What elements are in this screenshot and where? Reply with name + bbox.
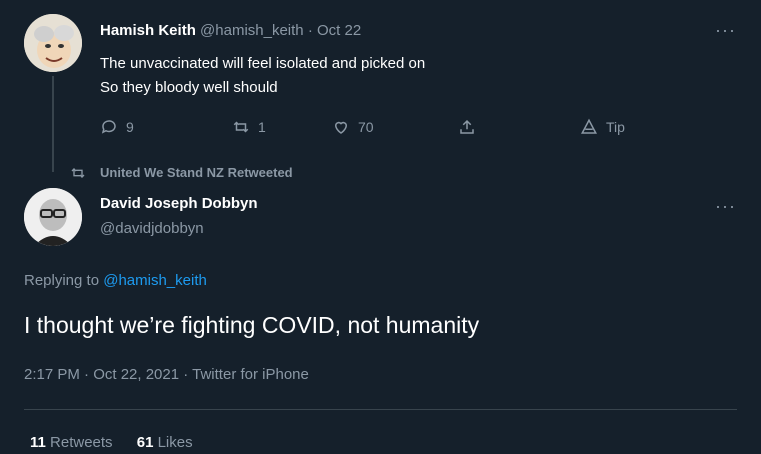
tweet-timestamp[interactable]: 2:17 PM · Oct 22, 2021 · Twitter for iPh…	[24, 366, 309, 383]
separator-dot: ·	[307, 22, 313, 39]
divider	[24, 409, 737, 410]
hamish-avatar[interactable]	[24, 14, 82, 72]
retweet-button[interactable]: 1	[232, 118, 266, 136]
retweet-banner[interactable]: United We Stand NZ Retweeted	[71, 165, 293, 180]
tweet-stats: 11 Retweets 61 Likes	[30, 434, 193, 451]
author-name[interactable]: Hamish Keith	[100, 22, 196, 39]
tweet-date[interactable]: Oct 22	[317, 22, 361, 39]
share-button[interactable]	[458, 118, 484, 136]
share-icon	[460, 119, 474, 134]
tip-button[interactable]: Tip	[580, 118, 625, 136]
reply-button[interactable]: 9	[100, 118, 134, 136]
thread-line	[52, 76, 54, 172]
retweet-banner-icon	[71, 167, 85, 178]
reply-icon	[101, 120, 116, 134]
parent-more-button[interactable]: ···	[715, 20, 736, 41]
tip-icon	[581, 118, 597, 134]
reply-count: 9	[126, 119, 134, 135]
likes-label: Likes	[157, 434, 193, 451]
replying-to: Replying to @hamish_keith	[24, 272, 207, 289]
retweets-stat[interactable]: 11 Retweets	[30, 434, 117, 451]
tweet-text-line-1: The unvaccinated will feel isolated and …	[100, 55, 426, 72]
main-tweet-text: I thought we’re fighting COVID, not huma…	[24, 312, 480, 338]
like-button[interactable]: 70	[332, 118, 374, 136]
replying-prefix: Replying to	[24, 272, 104, 289]
main-more-button[interactable]: ···	[715, 196, 736, 217]
parent-tweet-text: The unvaccinated will feel isolated and …	[100, 52, 425, 100]
retweet-count: 1	[258, 119, 266, 135]
dobbyn-avatar[interactable]	[24, 188, 82, 246]
profile-photo-image	[24, 188, 82, 246]
heart-icon	[334, 121, 348, 134]
tweet-text-line-2: So they bloody well should	[100, 79, 278, 96]
retweet-icon	[233, 121, 249, 133]
likes-count: 61	[136, 434, 154, 451]
retweets-label: Retweets	[50, 434, 113, 451]
main-author-handle[interactable]: @davidjdobbyn	[100, 220, 204, 237]
likes-stat[interactable]: 61 Likes	[137, 434, 193, 451]
replying-handle-link[interactable]: @hamish_keith	[103, 272, 207, 289]
main-author-name[interactable]: David Joseph Dobbyn	[100, 195, 258, 212]
tip-label: Tip	[606, 119, 625, 135]
parent-tweet-header: Hamish Keith @hamish_keith · Oct 22	[100, 22, 361, 39]
retweet-banner-text: United We Stand NZ Retweeted	[100, 165, 293, 180]
like-count: 70	[358, 119, 374, 135]
retweets-count: 11	[30, 434, 46, 451]
caricature-avatar-image	[24, 14, 82, 72]
author-handle[interactable]: @hamish_keith	[200, 22, 304, 39]
